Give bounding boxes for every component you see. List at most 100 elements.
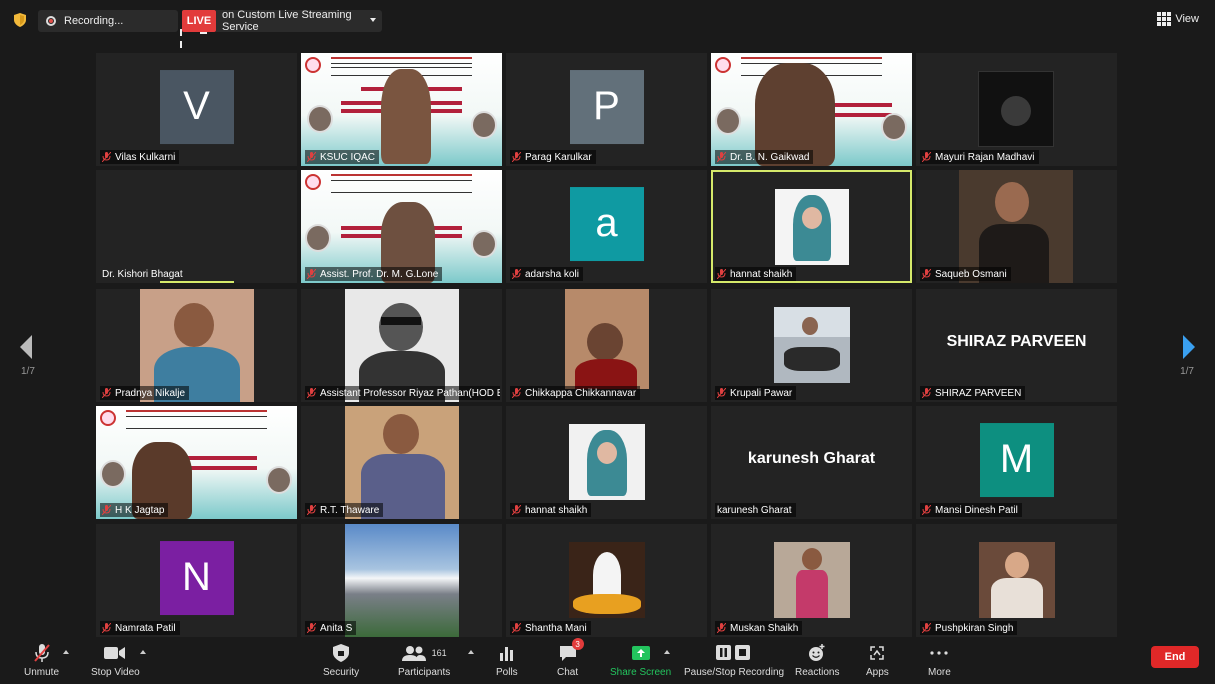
participant-tile[interactable]: Dr. B. N. Gaikwad [711, 53, 912, 166]
more-dots-icon [930, 642, 948, 664]
top-bar: Recording... LIVE on Custom Live Streami… [0, 0, 1215, 48]
participants-button[interactable]: 161 Participants [398, 642, 450, 678]
participant-tile[interactable]: Krupali Pawar [711, 289, 912, 402]
participant-tile[interactable]: Muskan Shaikh [711, 524, 912, 637]
share-screen-icon [631, 642, 650, 664]
unmute-button[interactable]: Unmute [24, 642, 59, 678]
participant-tile[interactable]: Dr. Kishori Bhagat [96, 170, 297, 283]
college-seal-icon [305, 174, 321, 190]
participant-name-label: Saqueb Osmani [920, 267, 1011, 281]
mic-muted-icon [512, 505, 521, 515]
mic-muted-icon [717, 623, 726, 633]
participant-tile[interactable]: SHIRAZ PARVEEN SHIRAZ PARVEEN [916, 289, 1117, 402]
participant-photo [978, 542, 1055, 618]
emoji-reaction-icon [808, 642, 826, 664]
security-label: Security [323, 667, 360, 678]
mic-muted-icon [307, 623, 316, 633]
mic-muted-icon [102, 505, 111, 515]
polls-icon [499, 642, 515, 664]
participant-name: Saqueb Osmani [935, 268, 1007, 280]
participant-tile[interactable]: N Namrata Patil [96, 524, 297, 637]
mic-muted-icon [307, 388, 316, 398]
participant-tile[interactable]: R.T. Thaware [301, 406, 502, 519]
participant-name-label: Dr. B. N. Gaikwad [715, 150, 814, 164]
audio-options-caret-icon[interactable] [63, 650, 69, 654]
stop-video-button[interactable]: Stop Video [91, 642, 140, 678]
participant-tile[interactable]: Anita S [301, 524, 502, 637]
participant-photo [344, 524, 459, 637]
pause-stop-recording-label: Pause/Stop Recording [684, 667, 785, 678]
participant-tile[interactable]: Pushpkiran Singh [916, 524, 1117, 637]
participant-name-label: Muskan Shaikh [715, 621, 803, 635]
participant-name-label: karunesh Gharat [715, 503, 796, 517]
participant-name: Assist. Prof. Dr. M. G.Lone [320, 268, 439, 280]
participant-name: hannat shaikh [730, 268, 793, 280]
participant-tile[interactable]: H K Jagtap [96, 406, 297, 519]
participant-name: H K Jagtap [115, 504, 165, 516]
participant-tile-active-speaker[interactable]: hannat shaikh [711, 170, 912, 283]
security-button[interactable]: Security [323, 642, 359, 678]
participant-name: Muskan Shaikh [730, 622, 799, 634]
avatar: a [569, 186, 644, 261]
participant-tile[interactable]: Shantha Mani [506, 524, 707, 637]
pause-stop-recording-button[interactable]: Pause/Stop Recording [684, 642, 784, 678]
mic-muted-icon [307, 152, 316, 162]
participant-name-label: Parag Karulkar [510, 150, 596, 164]
participant-tile[interactable]: P Parag Karulkar [506, 53, 707, 166]
stream-service-dropdown[interactable]: on Custom Live Streaming Service [216, 9, 382, 33]
page-indicator-left: 1/7 [21, 366, 35, 377]
participant-tile[interactable]: Mayuri Rajan Madhavi [916, 53, 1117, 166]
participant-tile[interactable]: Chikkappa Chikkannavar [506, 289, 707, 402]
share-options-caret-icon[interactable] [664, 650, 670, 654]
participant-tile[interactable]: Saqueb Osmani [916, 170, 1117, 283]
mic-muted-icon [922, 623, 931, 633]
participant-name: Anita S [320, 622, 353, 634]
participant-name: Mansi Dinesh Patil [935, 504, 1018, 516]
view-button[interactable]: View [1157, 12, 1199, 26]
mic-muted-icon [922, 505, 931, 515]
reactions-button[interactable]: Reactions [795, 642, 839, 678]
video-options-caret-icon[interactable] [140, 650, 146, 654]
apps-label: Apps [866, 667, 889, 678]
avatar: V [159, 69, 234, 144]
participants-options-caret-icon[interactable] [468, 650, 474, 654]
shield-icon[interactable] [14, 13, 26, 27]
mic-muted-icon [717, 269, 726, 279]
view-label: View [1175, 13, 1199, 25]
end-meeting-button[interactable]: End [1151, 646, 1199, 668]
participant-name-label: Anita S [305, 621, 357, 635]
participant-tile[interactable]: KSUC IQAC [301, 53, 502, 166]
share-screen-button[interactable]: Share Screen [610, 642, 671, 678]
chat-button[interactable]: 3 Chat [557, 638, 584, 678]
participant-name-label: Shantha Mani [510, 621, 591, 635]
grid-view-icon [1157, 12, 1172, 26]
participant-tile[interactable]: Assistant Professor Riyaz Pathan(HOD B..… [301, 289, 502, 402]
participant-name-label: R.T. Thaware [305, 503, 384, 517]
participant-tile[interactable]: karunesh Gharat karunesh Gharat [711, 406, 912, 519]
polls-button[interactable]: Polls [496, 642, 518, 678]
video-camera-icon [104, 642, 126, 664]
participant-tile[interactable]: M Mansi Dinesh Patil [916, 406, 1117, 519]
college-seal-icon [305, 57, 321, 73]
more-label: More [928, 667, 951, 678]
participant-name-label: hannat shaikh [715, 267, 797, 281]
mic-muted-icon [922, 269, 931, 279]
mic-muted-icon [717, 152, 726, 162]
participant-tile[interactable]: hannat shaikh [506, 406, 707, 519]
participant-name-label: Pradnya Nikalje [100, 386, 190, 400]
participant-tile[interactable]: Pradnya Nikalje [96, 289, 297, 402]
unmute-label: Unmute [24, 667, 60, 678]
participant-tile[interactable]: Assist. Prof. Dr. M. G.Lone [301, 170, 502, 283]
participant-name-label: SHIRAZ PARVEEN [920, 386, 1026, 400]
chat-label: Chat [557, 667, 579, 678]
participant-name-label: Dr. Kishori Bhagat [100, 267, 187, 281]
participant-tile[interactable]: V Vilas Kulkarni [96, 53, 297, 166]
reactions-label: Reactions [795, 667, 840, 678]
more-button[interactable]: More [928, 642, 951, 678]
apps-button[interactable]: Apps [866, 642, 889, 678]
participant-name-label: Krupali Pawar [715, 386, 797, 400]
participant-name: Dr. B. N. Gaikwad [730, 151, 810, 163]
video-grid: V Vilas Kulkarni KSUC IQAC P Parag Karul… [96, 53, 1119, 638]
mic-muted-icon [512, 623, 521, 633]
participant-tile[interactable]: a adarsha koli [506, 170, 707, 283]
